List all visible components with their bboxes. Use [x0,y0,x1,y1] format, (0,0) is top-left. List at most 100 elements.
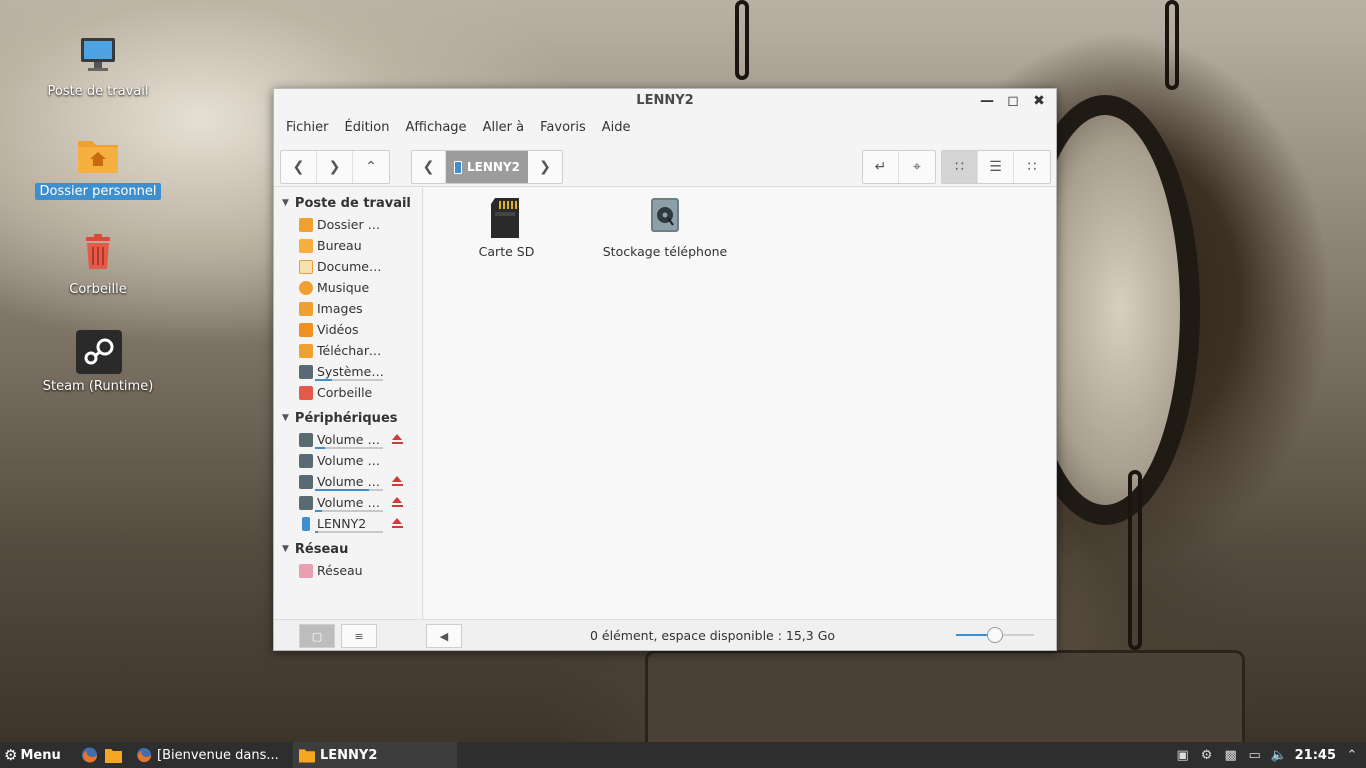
close-button[interactable]: ✖ [1030,89,1048,113]
places-pane-button[interactable]: ▢ [299,624,335,648]
eject-icon[interactable] [392,476,403,486]
menu-view[interactable]: Affichage [397,120,474,135]
firefox-icon [82,747,98,763]
triangle-down-icon: ▼ [282,544,289,554]
breadcrumb-left-button[interactable]: ❮ [412,151,446,183]
removable-drive-icon[interactable]: ▩ [1223,747,1239,763]
location-buttons: ↵ ⌖ [862,150,936,184]
tree-icon: ≡ [354,629,364,643]
tree-pane-button[interactable]: ≡ [341,624,377,648]
zoom-slider[interactable] [956,627,1034,643]
launcher-firefox[interactable] [81,747,98,763]
launcher-files[interactable] [105,747,122,763]
menu-file[interactable]: Fichier [278,120,337,135]
file-label: Stockage téléphone [602,244,728,259]
update-manager-icon[interactable]: ▣ [1175,747,1191,763]
compact-view-button[interactable]: ∷ [1014,151,1050,183]
statusbar: ▢ ≡ ◀ 0 élément, espace disponible : 15,… [274,619,1056,650]
eject-icon[interactable] [392,497,403,507]
sidebar-item-lenny2[interactable]: LENNY2 [274,513,422,534]
breadcrumb-item[interactable]: LENNY2 [446,151,528,183]
trash-icon [76,233,120,277]
chevron-right-icon: ❯ [539,159,551,175]
wallpaper-chain [1128,470,1142,650]
sidebar-item-volume-4[interactable]: Volume de… [274,492,422,513]
network-icon[interactable]: ▭ [1247,747,1263,763]
phone-icon [302,516,310,531]
icon-view-button[interactable]: ∷ [942,151,978,183]
minimize-button[interactable]: — [978,89,996,113]
music-icon [299,280,313,295]
chevron-left-icon: ❮ [292,159,305,175]
menu-edit[interactable]: Édition [337,120,398,135]
wallpaper-chain [735,0,749,80]
file-view[interactable]: Carte SD Stockage téléphone [424,188,1056,620]
usage-bar [315,531,383,533]
locate-button[interactable]: ⌖ [899,151,935,183]
breadcrumb-right-button[interactable]: ❯ [528,151,562,183]
settings-icon[interactable]: ⚙ [1199,747,1215,763]
list-view-button[interactable]: ☰ [978,151,1014,183]
chevron-up-icon[interactable]: ⌃ [1344,747,1360,763]
desktop-icon-label: Steam (Runtime) [42,379,154,394]
desktop-icon-label: Dossier personnel [35,183,161,200]
window-titlebar[interactable]: LENNY2 — ◻ ✖ [274,89,1056,113]
toggle-sidebar-button[interactable]: ◀ [426,624,462,648]
phone-icon [454,160,462,174]
sidebar-section-network[interactable]: ▼ Réseau [274,538,422,560]
taskbar-window-firefox[interactable]: [Bienvenue dans... [130,742,293,768]
sidebar-item-videos[interactable]: Vidéos [274,319,422,340]
drive-icon [299,432,313,447]
sidebar-item-documents[interactable]: Documents [274,256,422,277]
chevron-right-icon: ❯ [328,159,341,175]
desktop-icon-home[interactable]: Dossier personnel [33,135,163,200]
desktop-icon-steam[interactable]: Steam (Runtime) [33,330,163,395]
sidebar-item-desktop[interactable]: Bureau [274,235,422,256]
sidebar-section-devices[interactable]: ▼ Périphériques [274,407,422,429]
folder-icon [105,749,122,763]
clock[interactable]: 21:45 [1295,748,1336,763]
sidebar-item-network[interactable]: Réseau [274,560,422,581]
network-icon [299,563,313,578]
sidebar-item-images[interactable]: Images [274,298,422,319]
triangle-down-icon: ▼ [282,198,289,208]
taskbar: ⚙ Menu [Bienvenue dans... LENNY2 ▣ ⚙ ▩ ▭… [0,742,1366,768]
sidebar-section-computer[interactable]: ▼ Poste de travail [274,192,422,214]
maximize-button[interactable]: ◻ [1004,89,1022,113]
sidebar-item-volume-2[interactable]: Volume de… [274,450,422,471]
grid-icon: ∷ [955,159,964,175]
menu-help[interactable]: Aide [594,120,639,135]
taskbar-window-label: [Bienvenue dans... [157,747,279,763]
start-menu-button[interactable]: ⚙ Menu [4,742,61,768]
menu-go[interactable]: Aller à [475,120,533,135]
eject-icon[interactable] [392,518,403,528]
menu-bookmarks[interactable]: Favoris [532,120,594,135]
usage-bar [315,447,383,449]
view-mode-buttons: ∷ ☰ ∷ [941,150,1051,184]
home-icon [299,217,313,232]
toggle-location-button[interactable]: ↵ [863,151,899,183]
sidebar-item-downloads[interactable]: Téléchargements [274,340,422,361]
sidebar-item-trash[interactable]: Corbeille [274,382,422,403]
firefox-icon [136,747,152,763]
up-button[interactable]: ⌃ [353,151,389,183]
sidebar-item-home[interactable]: Dossier personnel [274,214,422,235]
eject-icon[interactable] [392,434,403,444]
wallpaper-chain [1165,0,1179,90]
volume-icon[interactable]: 🔈 [1271,747,1287,763]
back-button[interactable]: ❮ [281,151,317,183]
sidebar-item-filesystem[interactable]: Système de fichiers [274,361,422,382]
desktop-icon-computer[interactable]: Poste de travail [33,35,163,100]
taskbar-window-lenny2[interactable]: LENNY2 [293,742,457,768]
desktop-icon [299,238,313,253]
file-item-phone-storage[interactable]: Stockage téléphone [600,198,730,259]
videos-icon [299,322,313,337]
desktop-icon-trash[interactable]: Corbeille [33,233,163,298]
usage-bar [315,489,383,491]
forward-button[interactable]: ❯ [317,151,353,183]
file-item-sd-card[interactable]: Carte SD [464,198,549,259]
zoom-slider-handle[interactable] [987,627,1003,643]
sidebar-item-volume-3[interactable]: Volume de… [274,471,422,492]
sidebar-item-music[interactable]: Musique [274,277,422,298]
sidebar-item-volume-1[interactable]: Volume de… [274,429,422,450]
